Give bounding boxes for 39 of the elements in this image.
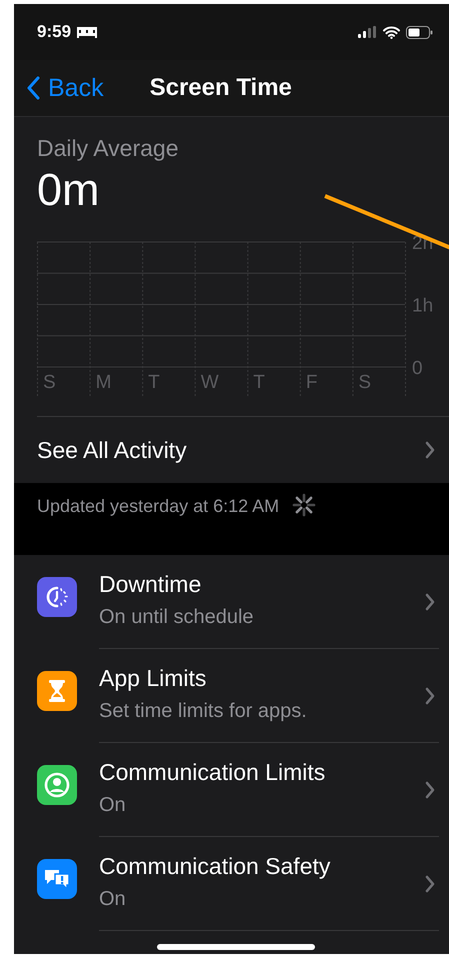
setting-title: App Limits	[99, 664, 206, 693]
settings-row[interactable]: Communication Limits On	[14, 743, 449, 837]
setting-subtitle: Set time limits for apps.	[99, 699, 307, 724]
setting-title: Communication Limits	[99, 758, 326, 787]
chevron-icon	[425, 441, 435, 459]
setting-subtitle: On	[99, 793, 126, 818]
settings-row[interactable]: App Limits Set time limits for apps.	[14, 649, 449, 743]
screen-title: Screen Time	[150, 74, 292, 102]
bed-icon	[77, 26, 98, 38]
back-button[interactable]: Back	[26, 74, 104, 102]
daily-average-value: 0m	[37, 164, 101, 216]
x-tick-label: S	[358, 372, 372, 393]
back-chevron-icon	[26, 76, 40, 100]
settings-row[interactable]: Downtime On until schedule	[14, 555, 449, 649]
chevron-icon	[425, 875, 435, 893]
x-tick-label: S	[43, 372, 56, 393]
x-tick-label: F	[306, 372, 318, 393]
chevron-icon	[425, 687, 435, 705]
signal-icon	[358, 26, 377, 38]
loading-spinner-icon	[291, 492, 318, 518]
x-tick-label: M	[96, 372, 112, 393]
battery-icon	[406, 26, 433, 38]
daily-average-label: Daily Average	[37, 134, 180, 162]
x-tick-label: W	[200, 372, 219, 393]
y-tick-label: 1h	[412, 296, 434, 316]
setting-title: Downtime	[99, 570, 202, 599]
y-tick-label: 0	[412, 358, 423, 379]
wifi-icon	[383, 26, 400, 38]
settings-row[interactable]: Communication Safety On	[14, 837, 449, 931]
status-time: 9:59	[37, 22, 72, 42]
setting-title: Communication Safety	[99, 852, 330, 881]
updated-text: Updated yesterday at 6:12 AM	[37, 495, 280, 518]
x-tick-label: T	[253, 372, 266, 393]
chevron-icon	[425, 781, 435, 799]
chevron-icon	[425, 593, 435, 611]
setting-subtitle: On	[99, 887, 126, 912]
setting-subtitle: On until schedule	[99, 605, 254, 630]
see-all-activity-row[interactable]: See All Activity	[37, 417, 449, 483]
x-tick-label: T	[148, 372, 160, 393]
